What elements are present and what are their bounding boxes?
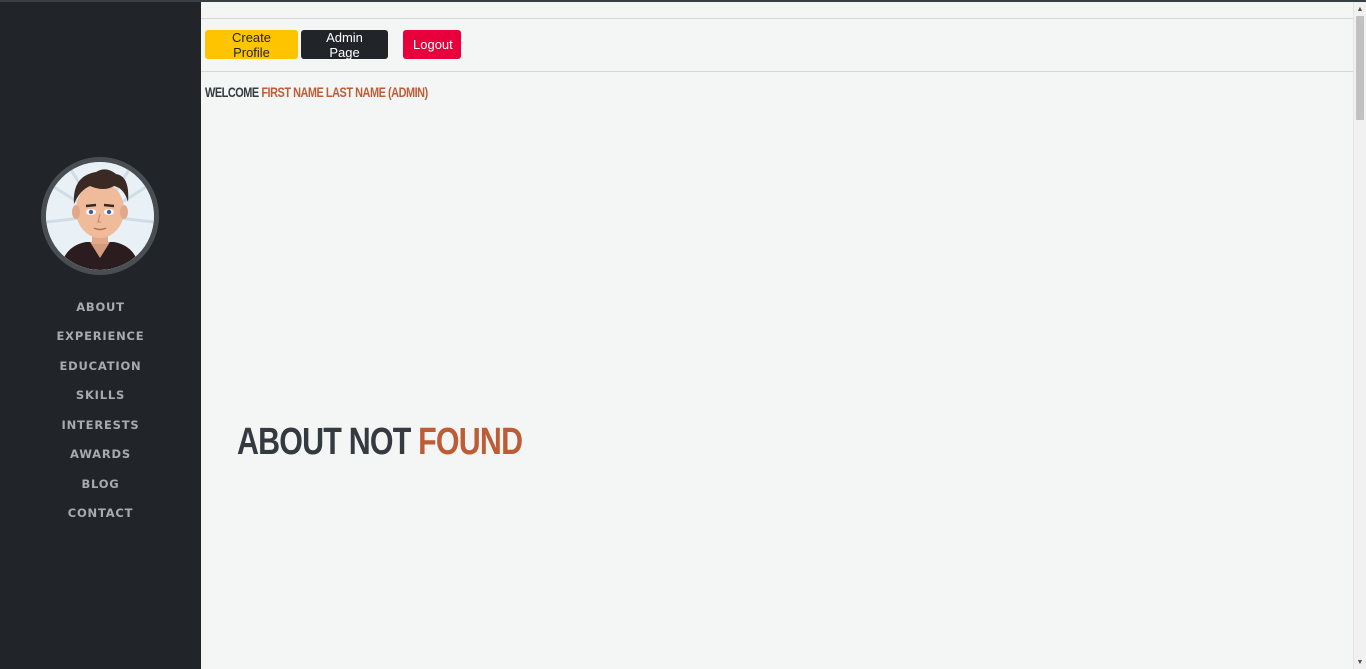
sidebar-item-awards: AWARDS bbox=[0, 440, 201, 470]
sidebar-item-experience: EXPERIENCE bbox=[0, 322, 201, 352]
page-scrollbar[interactable]: ▲ ▼ bbox=[1353, 2, 1366, 669]
sidebar-nav: ABOUT EXPERIENCE EDUCATION SKILLS INTERE… bbox=[0, 292, 201, 528]
welcome-message: WELCOME FIRST NAME LAST NAME (ADMIN) bbox=[205, 84, 428, 100]
sidebar-link-interests[interactable]: INTERESTS bbox=[62, 418, 140, 432]
sidebar-item-blog: BLOG bbox=[0, 469, 201, 499]
profile-avatar-icon bbox=[46, 162, 154, 270]
page-heading: ABOUT NOT FOUND bbox=[237, 420, 523, 464]
sidebar-link-contact[interactable]: CONTACT bbox=[68, 506, 134, 520]
main-content: Create Profile Admin Page Logout WELCOME… bbox=[201, 2, 1353, 669]
welcome-prefix: WELCOME bbox=[205, 84, 259, 100]
sidebar-item-interests: INTERESTS bbox=[0, 410, 201, 440]
create-profile-button[interactable]: Create Profile bbox=[205, 30, 298, 60]
sidebar: ABOUT EXPERIENCE EDUCATION SKILLS INTERE… bbox=[0, 2, 201, 669]
sidebar-link-awards[interactable]: AWARDS bbox=[70, 447, 131, 461]
toolbar-top-divider bbox=[201, 18, 1353, 19]
scroll-up-arrow-icon[interactable]: ▲ bbox=[1354, 2, 1366, 16]
sidebar-link-education[interactable]: EDUCATION bbox=[60, 359, 142, 373]
admin-page-button[interactable]: Admin Page bbox=[301, 30, 388, 60]
sidebar-item-education: EDUCATION bbox=[0, 351, 201, 381]
avatar-frame bbox=[41, 157, 159, 275]
sidebar-link-about[interactable]: ABOUT bbox=[76, 300, 125, 314]
scroll-down-arrow-icon[interactable]: ▼ bbox=[1354, 655, 1366, 669]
sidebar-item-skills: SKILLS bbox=[0, 381, 201, 411]
welcome-user-name: FIRST NAME LAST NAME (ADMIN) bbox=[261, 84, 428, 100]
sidebar-link-blog[interactable]: BLOG bbox=[81, 477, 119, 491]
sidebar-item-contact: CONTACT bbox=[0, 499, 201, 529]
toolbar-bottom-divider bbox=[201, 71, 1353, 72]
sidebar-link-skills[interactable]: SKILLS bbox=[76, 388, 125, 402]
sidebar-link-experience[interactable]: EXPERIENCE bbox=[57, 329, 145, 343]
logout-button[interactable]: Logout bbox=[403, 30, 461, 59]
scrollbar-thumb[interactable] bbox=[1356, 16, 1364, 120]
heading-dark-text: ABOUT NOT bbox=[237, 421, 411, 463]
sidebar-item-about: ABOUT bbox=[0, 292, 201, 322]
heading-accent-text: FOUND bbox=[418, 421, 523, 463]
